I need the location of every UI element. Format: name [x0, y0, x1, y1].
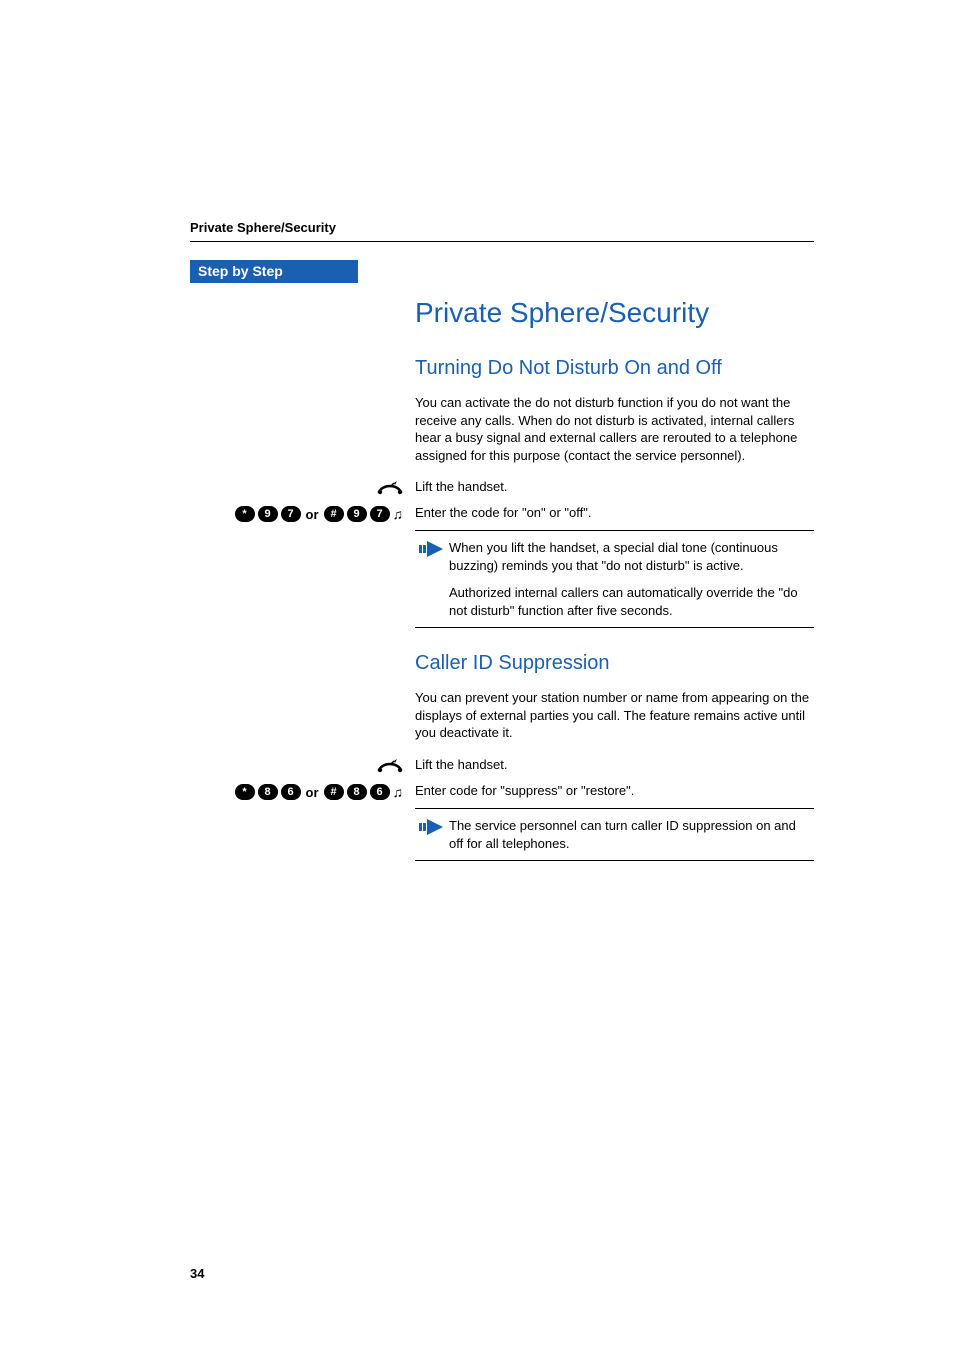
key-digit: 7: [370, 506, 390, 522]
note-text-column: The service personnel can turn caller ID…: [449, 817, 810, 852]
note-text: When you lift the handset, a special dia…: [449, 539, 810, 574]
note-arrow-icon: [419, 539, 449, 562]
step-text: Enter code for "suppress" or "restore".: [415, 782, 814, 800]
section-heading-dnd: Turning Do Not Disturb On and Off: [415, 357, 814, 380]
step-code-cell: * 8 6 or # 8 6 ♫: [190, 782, 415, 802]
note-box: When you lift the handset, a special dia…: [415, 530, 814, 628]
page-number: 34: [190, 1266, 204, 1281]
or-label: or: [304, 785, 321, 800]
step-code-cell: * 9 7 or # 9 7 ♫: [190, 504, 415, 524]
note-text: Authorized internal callers can automati…: [449, 584, 810, 619]
note-box: The service personnel can turn caller ID…: [415, 808, 814, 861]
step-icon-cell: [190, 478, 415, 498]
key-star: *: [235, 506, 255, 522]
key-hash: #: [324, 784, 344, 800]
step-row: Lift the handset.: [415, 756, 814, 776]
key-digit: 6: [370, 784, 390, 800]
note-text-column: When you lift the handset, a special dia…: [449, 539, 810, 619]
key-digit: 6: [281, 784, 301, 800]
tone-icon: ♫: [393, 507, 404, 521]
key-digit: 9: [347, 506, 367, 522]
step-row: Lift the handset.: [415, 478, 814, 498]
header-rule: [190, 241, 814, 242]
section-heading-callerid: Caller ID Suppression: [415, 652, 814, 675]
step-text: Lift the handset.: [415, 756, 814, 774]
note-arrow-icon: [419, 817, 449, 840]
step-text: Enter the code for "on" or "off".: [415, 504, 814, 522]
handset-icon: [377, 481, 403, 495]
key-hash: #: [324, 506, 344, 522]
key-digit: 7: [281, 506, 301, 522]
step-icon-cell: [190, 756, 415, 776]
key-digit: 8: [258, 784, 278, 800]
key-digit: 9: [258, 506, 278, 522]
key-digit: 8: [347, 784, 367, 800]
key-star: *: [235, 784, 255, 800]
running-header: Private Sphere/Security: [190, 220, 814, 235]
or-label: or: [304, 507, 321, 522]
step-row: * 8 6 or # 8 6 ♫ Enter code for "suppres…: [415, 782, 814, 802]
step-row: * 9 7 or # 9 7 ♫ Enter the code for "on"…: [415, 504, 814, 524]
section-intro-callerid: You can prevent your station number or n…: [415, 689, 814, 742]
section-intro-dnd: You can activate the do not disturb func…: [415, 394, 814, 464]
step-text: Lift the handset.: [415, 478, 814, 496]
content-area: Private Sphere/Security Turning Do Not D…: [415, 297, 814, 861]
handset-icon: [377, 759, 403, 773]
note-text: The service personnel can turn caller ID…: [449, 817, 810, 852]
page: Private Sphere/Security Step by Step Pri…: [0, 0, 954, 1351]
tone-icon: ♫: [393, 785, 404, 799]
step-by-step-badge: Step by Step: [190, 260, 358, 283]
page-title: Private Sphere/Security: [415, 297, 814, 329]
